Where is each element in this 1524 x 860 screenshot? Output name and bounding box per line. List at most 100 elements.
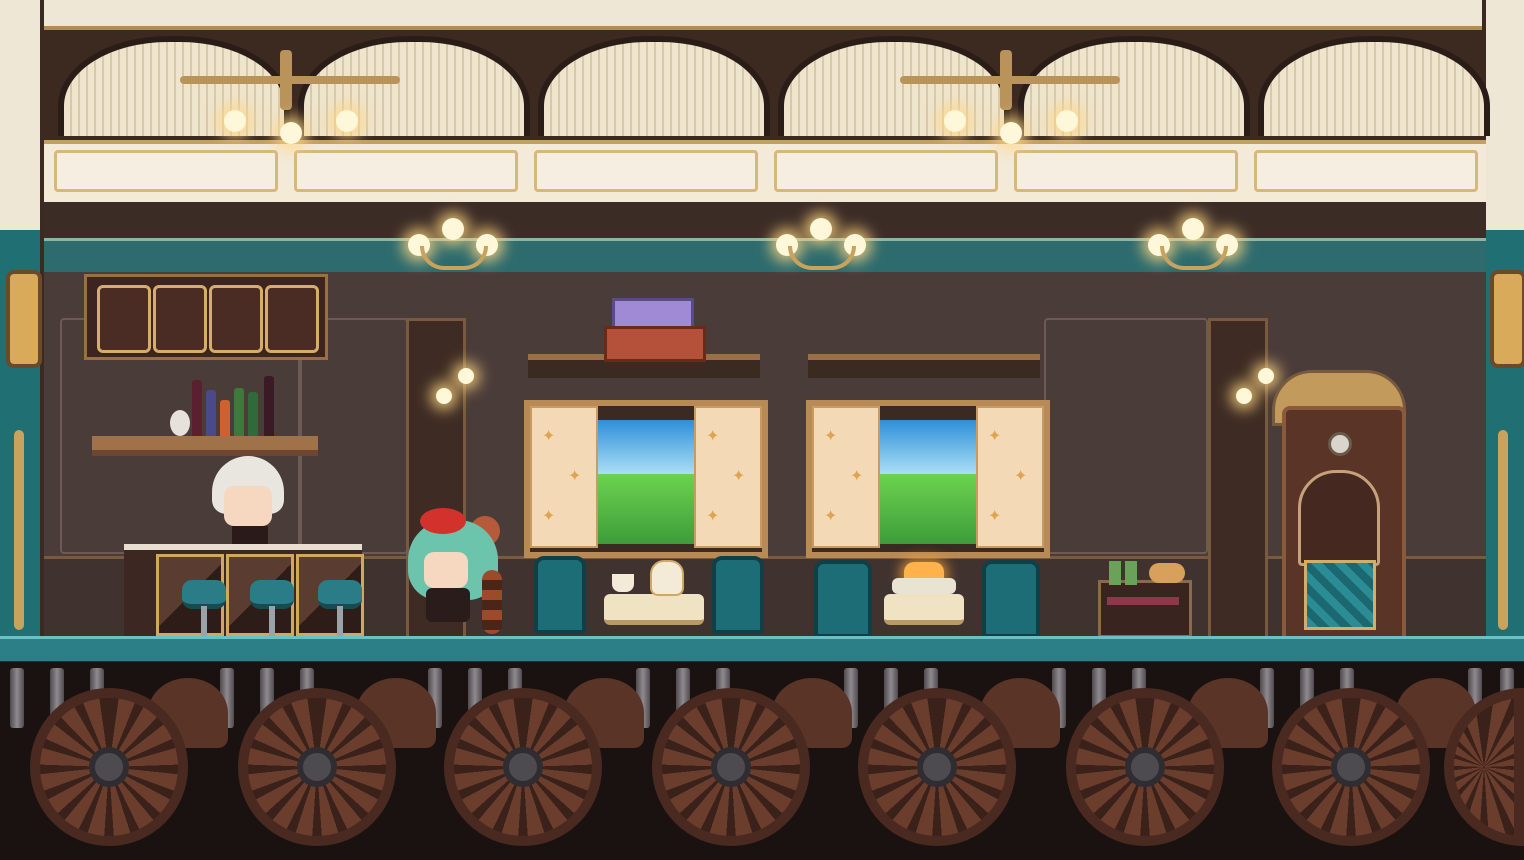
- cabinet-door[interactable]: [209, 285, 263, 353]
- lamp-bulb: [280, 122, 302, 144]
- dining-seat[interactable]: [814, 560, 872, 638]
- bar-stool[interactable]: [248, 580, 296, 636]
- dining-table[interactable]: [884, 594, 964, 625]
- train-wheel-icon: [652, 688, 810, 846]
- cornice-panel: [774, 150, 998, 192]
- wall-panel: [1044, 318, 1208, 554]
- bar-stool[interactable]: [180, 580, 228, 636]
- dining-seat[interactable]: [712, 556, 764, 634]
- fan-stem: [280, 50, 292, 110]
- dining-seat[interactable]: [534, 556, 586, 634]
- curtain-right: ✦ ✦ ✦: [976, 406, 1044, 548]
- left-car-wall: [0, 0, 44, 636]
- bottle-icon: [1109, 561, 1121, 585]
- train-wheel-icon: [238, 688, 396, 846]
- game-scene: ✦ ✦ ✦ ✦ ✦ ✦ ✦ ✦ ✦ ✦ ✦ ✦: [0, 0, 1524, 860]
- train-wheel-icon: [30, 688, 188, 846]
- bartender-vest: [232, 526, 268, 546]
- bottle-shelf: [92, 436, 318, 456]
- teal-trim-band: [44, 238, 1486, 276]
- teacup[interactable]: [612, 574, 634, 592]
- wheel-hub: [1125, 747, 1165, 787]
- door-panel: [1304, 560, 1376, 630]
- character-bow: [420, 508, 466, 534]
- gold-plate-right: [1490, 270, 1524, 368]
- dining-table[interactable]: [604, 594, 704, 625]
- stool-leg: [269, 606, 275, 636]
- train-window: ✦ ✦ ✦ ✦ ✦ ✦: [806, 400, 1050, 558]
- food-cart[interactable]: [1098, 561, 1192, 638]
- stool-seat: [318, 580, 362, 609]
- handrail-left: [14, 430, 24, 630]
- cornice-panel: [294, 150, 518, 192]
- wheel-hub: [711, 747, 751, 787]
- curtain-left: ✦ ✦ ✦: [530, 406, 598, 548]
- character-tail: [482, 570, 502, 634]
- wheel-hub: [89, 747, 129, 787]
- stool-seat: [182, 580, 226, 609]
- cabinet-door[interactable]: [153, 285, 207, 353]
- stool-leg: [201, 606, 207, 636]
- lamp-bulb: [1000, 122, 1022, 144]
- wall-sconce-icon: [774, 214, 866, 274]
- wall-sconce-icon: [406, 214, 498, 274]
- bottle-icon[interactable]: [192, 380, 202, 436]
- bottle-icon[interactable]: [234, 388, 244, 436]
- cabinet-door[interactable]: [265, 285, 319, 353]
- bottle-icon[interactable]: [248, 392, 258, 436]
- pillar: [1208, 318, 1268, 642]
- pillar-lamp: [436, 388, 452, 404]
- cornice-panel: [534, 150, 758, 192]
- curtain-left: ✦ ✦ ✦: [812, 406, 880, 548]
- bartender-npc[interactable]: [204, 456, 300, 548]
- upper-wall-band: [44, 202, 1486, 238]
- pillar-lamp: [458, 368, 474, 384]
- stool-seat: [250, 580, 294, 609]
- bottle-icon[interactable]: [220, 400, 230, 436]
- pillar-lamp: [1236, 388, 1252, 404]
- dining-seat[interactable]: [982, 560, 1040, 638]
- bar-stool[interactable]: [316, 580, 364, 636]
- bartender-face: [224, 486, 272, 526]
- sconce-bulb: [442, 218, 464, 240]
- chandelier-icon: [890, 40, 1130, 150]
- character-body: [426, 588, 470, 622]
- teapot[interactable]: [650, 560, 684, 596]
- cornice-panel: [54, 150, 278, 192]
- bottle-icon: [1125, 561, 1137, 585]
- red-suitcase[interactable]: [604, 326, 706, 362]
- door-knob[interactable]: [1328, 432, 1352, 456]
- wheel-hub: [1331, 747, 1371, 787]
- luggage-rack: [808, 354, 1040, 378]
- player-character[interactable]: [400, 500, 510, 636]
- train-wheel-icon: [1272, 688, 1430, 846]
- cornice-panel: [1014, 150, 1238, 192]
- train-wheel-icon: [858, 688, 1016, 846]
- character-face: [424, 552, 468, 588]
- sconce-arm: [1160, 246, 1228, 270]
- curtain-right: ✦ ✦ ✦: [694, 406, 762, 548]
- cake-plate: [892, 578, 956, 594]
- cornice-panel: [1254, 150, 1478, 192]
- bottle-icon[interactable]: [206, 390, 216, 436]
- handrail-right: [1498, 430, 1508, 630]
- cabinet-door[interactable]: [97, 285, 151, 353]
- sconce-arm: [420, 246, 488, 270]
- train-wheel-icon: [444, 688, 602, 846]
- piston: [10, 668, 24, 728]
- fan-stem: [1000, 50, 1012, 110]
- cart-shelf: [1107, 597, 1179, 605]
- car-floor: [0, 636, 1524, 665]
- door-ornament: [1298, 470, 1380, 566]
- bottle-icon[interactable]: [264, 376, 274, 436]
- lamp-bulb: [944, 110, 966, 132]
- wheel-hub: [503, 747, 543, 787]
- bar-cabinet: [84, 274, 328, 360]
- bottle-icon[interactable]: [170, 410, 190, 436]
- wheel-hub: [297, 747, 337, 787]
- train-wheel-icon: [1066, 688, 1224, 846]
- sconce-arm: [788, 246, 856, 270]
- bread-basket: [1149, 563, 1185, 583]
- wheel-hub: [917, 747, 957, 787]
- pillar-lamp: [1258, 368, 1274, 384]
